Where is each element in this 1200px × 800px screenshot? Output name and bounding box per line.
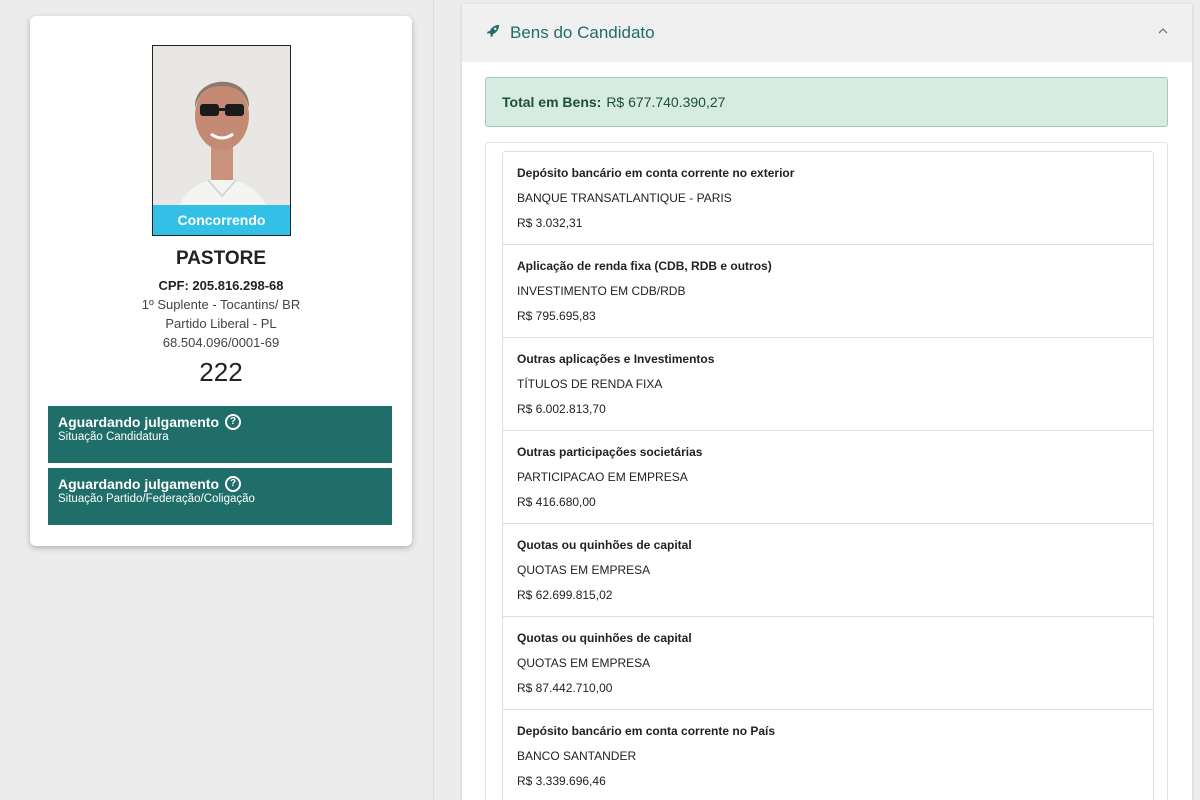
candidacy-status-title: Aguardando julgamento [58,414,219,430]
asset-description: TÍTULOS DE RENDA FIXA [517,377,663,391]
right-column: Bens do Candidato Total em Bens: R$ 677.… [434,0,1200,800]
assets-panel: Bens do Candidato Total em Bens: R$ 677.… [462,4,1192,800]
candidate-party: Partido Liberal - PL [165,316,277,331]
candidate-office: 1º Suplente - Tocantins/ BR [141,297,301,312]
asset-type: Quotas ou quinhões de capital [517,631,692,645]
asset-value: R$ 62.699.815,02 [517,588,613,602]
asset-type: Aplicação de renda fixa (CDB, RDB e outr… [517,259,772,273]
asset-type: Depósito bancário em conta corrente no e… [517,166,795,180]
asset-description: INVESTIMENTO EM CDB/RDB [517,284,686,298]
asset-item: Quotas ou quinhões de capital QUOTAS EM … [503,524,1153,617]
asset-item: Depósito bancário em conta corrente no e… [503,152,1153,245]
candidate-card: Concorrendo PASTORE CPF: 205.816.298-68 … [30,16,412,546]
asset-type: Outras aplicações e Investimentos [517,352,715,366]
asset-type: Quotas ou quinhões de capital [517,538,692,552]
party-status-title: Aguardando julgamento [58,476,219,492]
asset-description: BANCO SANTANDER [517,749,637,763]
total-assets-label: Total em Bens: [502,94,602,110]
asset-description: QUOTAS EM EMPRESA [517,563,651,577]
asset-value: R$ 87.442.710,00 [517,681,613,695]
question-circle-icon[interactable]: ? [225,414,241,430]
asset-description: BANQUE TRANSATLANTIQUE - PARIS [517,191,732,205]
assets-list: Depósito bancário em conta corrente no e… [502,151,1154,800]
assets-panel-header[interactable]: Bens do Candidato [462,4,1192,62]
left-column: Concorrendo PASTORE CPF: 205.816.298-68 … [0,0,433,800]
asset-value: R$ 416.680,00 [517,495,596,509]
status-chip: Concorrendo [153,205,290,235]
total-assets-value: R$ 677.740.390,27 [606,94,726,110]
asset-item: Outras participações societárias PARTICI… [503,431,1153,524]
asset-value: R$ 3.339.696,46 [517,774,606,788]
candidate-cpf: CPF: 205.816.298-68 [158,278,284,293]
asset-type: Outras participações societárias [517,445,703,459]
rocket-icon [486,24,500,43]
asset-description: QUOTAS EM EMPRESA [517,656,651,670]
asset-item: Quotas ou quinhões de capital QUOTAS EM … [503,617,1153,710]
candidacy-status-subtitle: Situação Candidatura [58,431,169,443]
candidate-photo: Concorrendo [152,45,291,236]
party-status-box: Aguardando julgamento ? Situação Partido… [48,468,392,525]
asset-item: Depósito bancário em conta corrente no P… [503,710,1153,800]
asset-item: Outras aplicações e Investimentos TÍTULO… [503,338,1153,431]
party-cnpj: 68.504.096/0001-69 [162,335,280,350]
total-assets-box: Total em Bens: R$ 677.740.390,27 [485,77,1168,127]
assets-list-container: Depósito bancário em conta corrente no e… [485,142,1168,800]
candidacy-status-box: Aguardando julgamento ? Situação Candida… [48,406,392,463]
assets-panel-title: Bens do Candidato [510,23,655,42]
chevron-up-icon[interactable] [1158,24,1168,38]
candidate-name: PASTORE [175,248,267,269]
asset-value: R$ 795.695,83 [517,309,596,323]
asset-value: R$ 3.032,31 [517,216,583,230]
candidate-number: 222 [199,357,243,387]
asset-description: PARTICIPACAO EM EMPRESA [517,470,688,484]
asset-item: Aplicação de renda fixa (CDB, RDB e outr… [503,245,1153,338]
asset-value: R$ 6.002.813,70 [517,402,606,416]
asset-type: Depósito bancário em conta corrente no P… [517,724,776,738]
party-status-subtitle: Situação Partido/Federação/Coligação [58,493,255,505]
question-circle-icon[interactable]: ? [225,476,241,492]
